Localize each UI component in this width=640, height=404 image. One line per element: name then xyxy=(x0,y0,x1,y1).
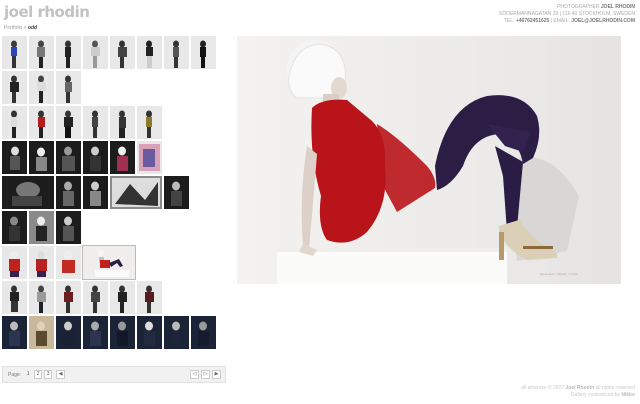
thumbnail[interactable] xyxy=(29,106,54,139)
thumbnail-row xyxy=(2,141,228,174)
thumbnail[interactable] xyxy=(56,71,81,104)
rewind-button[interactable]: ◁ xyxy=(190,370,199,379)
thumbnail[interactable] xyxy=(56,176,81,209)
thumbnail[interactable] xyxy=(56,316,81,349)
thumbnail[interactable] xyxy=(29,141,54,174)
thumbnail[interactable] xyxy=(110,176,162,209)
footer-owner: Joel Rhodin xyxy=(565,385,595,391)
thumbnail[interactable] xyxy=(29,281,54,314)
page-1-link[interactable]: 1 xyxy=(24,370,32,379)
thumbnail[interactable] xyxy=(2,71,27,104)
thumbnail[interactable] xyxy=(83,106,108,139)
triangle-right-icon: ▶ xyxy=(214,371,219,377)
thumbnail-row xyxy=(2,211,228,244)
page-3-link[interactable]: 3 xyxy=(44,370,53,379)
thumbnail-grid xyxy=(2,36,228,351)
previous-page-button[interactable]: ◀ xyxy=(56,370,66,379)
main-photo[interactable] xyxy=(237,36,621,284)
rewind-icon: ◁ xyxy=(192,371,197,377)
breadcrumb-current: odd xyxy=(27,25,38,31)
thumbnail[interactable] xyxy=(29,36,54,69)
thumbnail[interactable] xyxy=(83,316,108,349)
triangle-left-icon: ◀ xyxy=(58,371,63,377)
contact-info: PHOTOGRAPHER JOEL RHODIN SÖDERMANNAGATAN… xyxy=(499,4,635,25)
thumbnail[interactable] xyxy=(164,176,189,209)
thumbnail[interactable] xyxy=(137,281,162,314)
thumbnail[interactable] xyxy=(56,281,81,314)
thumbnail[interactable] xyxy=(83,36,108,69)
footer-rights: all rights reserved xyxy=(595,385,635,391)
forward-button[interactable]: ▷ xyxy=(201,370,210,379)
contact-name: JOEL RHODIN xyxy=(600,4,635,10)
footer-provider-link[interactable]: Nikko xyxy=(621,392,635,398)
thumbnail-row xyxy=(2,316,228,349)
thumbnail[interactable] xyxy=(29,246,54,279)
contact-address: SÖDERMANNAGATAN 29 | 116 40 STOCKHOLM, S… xyxy=(499,11,635,17)
pagination-label: Page: xyxy=(8,371,22,378)
thumbnail-row xyxy=(2,71,228,104)
fashion-photo-image xyxy=(237,36,621,284)
footer-copyright: all artworks © 2007 xyxy=(521,385,565,391)
thumbnail[interactable] xyxy=(56,36,81,69)
thumbnail-row xyxy=(2,176,228,209)
thumbnail[interactable] xyxy=(56,106,81,139)
thumbnail[interactable] xyxy=(29,71,54,104)
next-page-button[interactable]: ▶ xyxy=(212,370,221,379)
thumbnail[interactable] xyxy=(2,176,54,209)
footer-gallery-label: Gallery xyxy=(570,392,587,398)
thumbnail[interactable] xyxy=(110,36,135,69)
forward-icon: ▷ xyxy=(203,371,208,377)
thumbnail[interactable] xyxy=(2,36,27,69)
thumbnail[interactable] xyxy=(83,141,108,174)
thumbnail[interactable] xyxy=(2,211,27,244)
footer-customized-text: customized by xyxy=(588,392,620,398)
thumbnail[interactable] xyxy=(2,316,27,349)
thumbnail[interactable] xyxy=(83,281,108,314)
contact-email-label: | EMAIL: xyxy=(550,18,570,24)
breadcrumb: Portfolio » odd xyxy=(4,25,37,31)
photo-credit: Hammerøn / Rhodin / Nordic xyxy=(540,272,579,276)
thumbnail[interactable] xyxy=(2,281,27,314)
thumbnail[interactable] xyxy=(56,141,81,174)
thumbnail[interactable] xyxy=(56,246,81,279)
contact-tel-label: TEL: xyxy=(503,18,515,24)
thumbnail[interactable] xyxy=(137,106,162,139)
thumbnail[interactable] xyxy=(110,141,135,174)
thumbnail[interactable] xyxy=(137,316,162,349)
thumbnail-row xyxy=(2,106,228,139)
thumbnail-selected[interactable] xyxy=(82,245,136,280)
thumbnail[interactable] xyxy=(137,36,162,69)
contact-role: PHOTOGRAPHER xyxy=(557,4,600,10)
thumbnail[interactable] xyxy=(29,316,54,349)
thumbnail-row xyxy=(2,281,228,314)
page-2-link[interactable]: 2 xyxy=(34,370,43,379)
contact-phone: +46762451625 xyxy=(515,18,550,24)
thumbnail[interactable] xyxy=(191,316,216,349)
thumbnail[interactable] xyxy=(2,106,27,139)
thumbnail-row xyxy=(2,245,228,280)
thumbnail[interactable] xyxy=(110,281,135,314)
thumbnail[interactable] xyxy=(56,211,81,244)
contact-email-link[interactable]: JOEL@JOELRHODIN.COM xyxy=(571,18,635,24)
thumbnail[interactable] xyxy=(191,36,216,69)
thumbnail[interactable] xyxy=(164,36,189,69)
thumbnail-row xyxy=(2,36,228,69)
thumbnail[interactable] xyxy=(110,106,135,139)
thumbnail[interactable] xyxy=(137,141,162,174)
site-logo[interactable]: joel rhodin xyxy=(4,3,90,21)
thumbnail[interactable] xyxy=(110,316,135,349)
breadcrumb-separator: » xyxy=(23,25,27,31)
thumbnail[interactable] xyxy=(83,176,108,209)
footer: all artworks © 2007 Joel Rhodin all righ… xyxy=(521,385,635,399)
thumbnail[interactable] xyxy=(2,141,27,174)
thumbnail[interactable] xyxy=(2,246,27,279)
thumbnail[interactable] xyxy=(164,316,189,349)
pagination-bar: Page: 1 2 3 ◀ ◁ ▷ ▶ xyxy=(2,366,226,383)
thumbnail[interactable] xyxy=(29,211,54,244)
breadcrumb-portfolio-link[interactable]: Portfolio xyxy=(4,25,22,31)
